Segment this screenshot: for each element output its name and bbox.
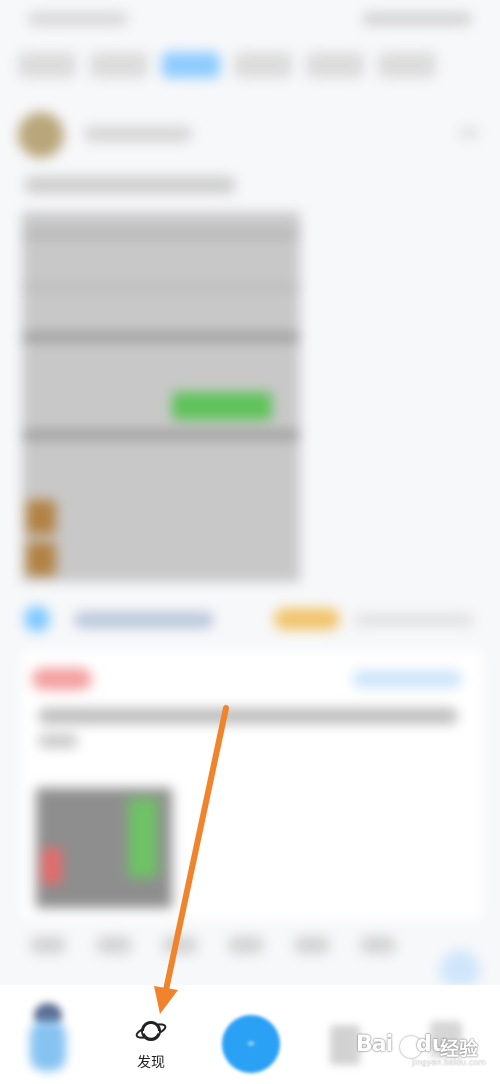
post-header xyxy=(18,112,488,164)
chip[interactable] xyxy=(360,936,396,954)
status-bar xyxy=(0,0,500,40)
tab-4[interactable] xyxy=(234,52,292,78)
tab-5[interactable] xyxy=(306,52,364,78)
info-row xyxy=(24,602,484,638)
post-title xyxy=(24,176,236,194)
tab-1[interactable] xyxy=(18,52,76,78)
nav-center-button[interactable] xyxy=(222,1015,280,1073)
post-author xyxy=(84,126,192,142)
nav-home-button[interactable] xyxy=(20,995,76,1075)
watermark-url: jingyan.baidu.com xyxy=(412,1058,486,1067)
chip[interactable] xyxy=(30,936,66,954)
chip[interactable] xyxy=(162,936,198,954)
card-image[interactable] xyxy=(36,788,172,908)
feed-card[interactable] xyxy=(22,650,482,920)
chip[interactable] xyxy=(294,936,330,954)
info-icon xyxy=(24,606,50,632)
more-icon[interactable] xyxy=(458,128,480,138)
info-meta xyxy=(354,614,474,626)
post-image[interactable] xyxy=(22,212,300,582)
nav-discover-label: 发现 xyxy=(137,1055,165,1071)
card-tag xyxy=(32,668,92,690)
watermark-product: 经验 xyxy=(440,1038,479,1060)
chip-row xyxy=(30,936,490,966)
info-label[interactable] xyxy=(74,612,214,628)
status-icons xyxy=(362,12,472,26)
tab-2[interactable] xyxy=(90,52,148,78)
blurred-feed xyxy=(0,0,500,985)
card-actions[interactable] xyxy=(352,670,462,688)
info-badge xyxy=(274,608,340,630)
baidu-jingyan-watermark: Bai du 经验 jingyan.baidu.com xyxy=(356,1030,492,1068)
avatar[interactable] xyxy=(18,112,64,158)
tab-active[interactable] xyxy=(162,52,220,78)
chip[interactable] xyxy=(96,936,132,954)
planet-icon xyxy=(135,1021,167,1041)
card-title xyxy=(38,708,458,724)
nav-discover-button[interactable]: 发现 xyxy=(116,1017,186,1077)
card-title-line2 xyxy=(38,734,78,748)
chip[interactable] xyxy=(228,936,264,954)
status-time xyxy=(28,12,128,26)
watermark-brand: Bai xyxy=(356,1032,393,1057)
tab-6[interactable] xyxy=(378,52,436,78)
floating-button[interactable] xyxy=(440,950,480,985)
category-tabs xyxy=(0,52,500,86)
